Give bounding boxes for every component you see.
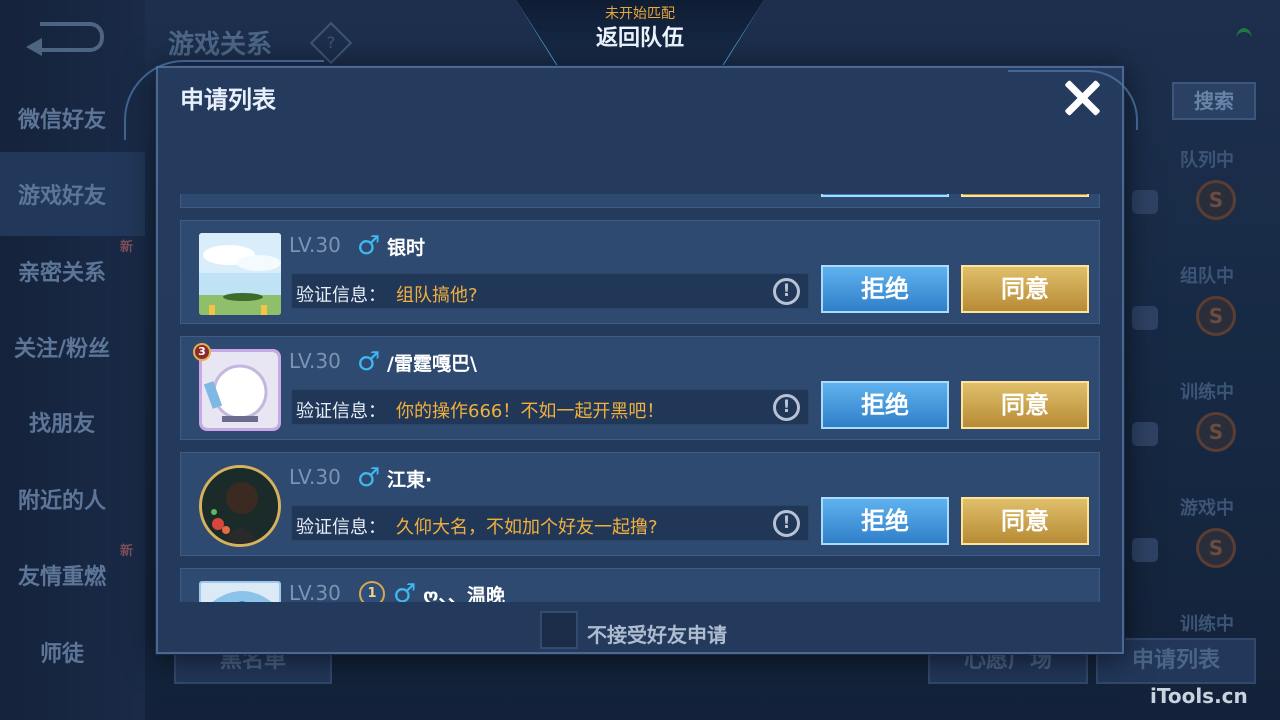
verify-message: 久仰大名，不如加个好友一起撸? bbox=[396, 517, 658, 538]
search-button[interactable]: 搜索 bbox=[1172, 82, 1256, 120]
wifi-icon bbox=[1236, 28, 1252, 50]
reject-button[interactable] bbox=[821, 194, 949, 197]
rank-badge: 1 bbox=[359, 581, 385, 602]
sidebar-item-wechat-friends[interactable]: 微信好友 bbox=[0, 102, 124, 134]
new-badge: 新 bbox=[120, 240, 134, 255]
reject-requests-label[interactable]: 不接受好友申请 bbox=[587, 619, 727, 648]
player-name: 江東· bbox=[387, 469, 433, 491]
new-badge: 新 bbox=[120, 544, 134, 559]
reject-button[interactable]: 拒绝 bbox=[821, 497, 949, 545]
friend-status: 训练中 bbox=[1180, 614, 1234, 635]
verify-label: 验证信息： bbox=[296, 285, 386, 306]
request-card: LV.30 ♂ 江東· 验证信息： 久仰大名，不如加个好友一起撸? ! 拒绝 同… bbox=[180, 452, 1100, 556]
sidebar-item-intimate[interactable]: 亲密关系 bbox=[0, 255, 124, 287]
request-card-partial bbox=[180, 194, 1100, 208]
watermark: iTools.cn bbox=[1150, 684, 1248, 708]
male-icon: ♂ bbox=[357, 463, 381, 493]
close-icon[interactable] bbox=[1060, 76, 1104, 120]
reject-requests-checkbox[interactable] bbox=[540, 611, 578, 649]
verify-message: 你的操作666！不如一起开黑吧！ bbox=[396, 401, 665, 422]
level: LV.30 bbox=[289, 581, 341, 602]
friend-status: 训练中 bbox=[1180, 382, 1234, 403]
friend-status: 游戏中 bbox=[1180, 498, 1234, 519]
player-name: /雷霆嘎巴\ bbox=[387, 353, 477, 375]
level: LV.30 bbox=[289, 465, 341, 489]
request-card: 3 LV.30 ♂ /雷霆嘎巴\ 验证信息： 你的操作666！不如一起开黑吧！ … bbox=[180, 336, 1100, 440]
verify-message: 组队搞他? bbox=[396, 285, 478, 306]
agree-button[interactable] bbox=[961, 194, 1089, 197]
avatar[interactable] bbox=[199, 349, 281, 431]
sidebar-item-rekindle[interactable]: 友情重燃 bbox=[0, 559, 124, 591]
heart-icon[interactable] bbox=[1132, 422, 1158, 446]
agree-button[interactable]: 同意 bbox=[961, 497, 1089, 545]
sidebar-item-follow[interactable]: 关注/粉丝 bbox=[0, 331, 124, 363]
verify-info: 验证信息： 久仰大名，不如加个好友一起撸? ! bbox=[291, 505, 809, 541]
dialog-title: 申请列表 bbox=[180, 86, 276, 114]
verify-info: 验证信息： 组队搞他? ! bbox=[291, 273, 809, 309]
background-title: 游戏关系 bbox=[168, 30, 273, 60]
return-team-label[interactable]: 返回队伍 bbox=[516, 20, 764, 52]
report-icon[interactable]: ! bbox=[773, 394, 800, 421]
male-icon: ♂ bbox=[357, 231, 381, 261]
level: LV.30 bbox=[289, 233, 341, 257]
rank-icon: S bbox=[1196, 412, 1236, 452]
verify-info: 验证信息： 你的操作666！不如一起开黑吧！ ! bbox=[291, 389, 809, 425]
avatar[interactable] bbox=[199, 233, 281, 315]
rank-icon: S bbox=[1196, 180, 1236, 220]
verify-label: 验证信息： bbox=[296, 517, 386, 538]
male-icon: ♂ bbox=[357, 347, 381, 377]
report-icon[interactable]: ! bbox=[773, 510, 800, 537]
rank-badge: 3 bbox=[193, 343, 211, 361]
level: LV.30 bbox=[289, 349, 341, 373]
agree-button[interactable]: 同意 bbox=[961, 265, 1089, 313]
sidebar-item-find-friends[interactable]: 找朋友 bbox=[0, 406, 124, 438]
heart-icon[interactable] bbox=[1132, 538, 1158, 562]
friend-status: 组队中 bbox=[1180, 266, 1234, 287]
rank-icon: S bbox=[1196, 528, 1236, 568]
back-arrow-icon[interactable] bbox=[26, 22, 104, 56]
avatar[interactable] bbox=[199, 581, 281, 602]
sidebar-item-nearby[interactable]: 附近的人 bbox=[0, 483, 124, 515]
player-name: ღ、、温晚 bbox=[423, 585, 505, 602]
request-card: LV.30 ♂ 银时 验证信息： 组队搞他? ! 拒绝 同意 bbox=[180, 220, 1100, 324]
agree-button[interactable]: 同意 bbox=[961, 381, 1089, 429]
player-name: 银时 bbox=[387, 237, 426, 259]
report-icon[interactable]: ! bbox=[773, 278, 800, 305]
rank-icon: S bbox=[1196, 296, 1236, 336]
reject-button[interactable]: 拒绝 bbox=[821, 265, 949, 313]
friend-status: 队列中 bbox=[1180, 150, 1234, 171]
heart-icon[interactable] bbox=[1132, 306, 1158, 330]
sidebar-item-mentor[interactable]: 师徒 bbox=[0, 636, 124, 668]
request-card: LV.30 1 ♂ ღ、、温晚 bbox=[180, 568, 1100, 602]
avatar[interactable] bbox=[199, 465, 281, 547]
verify-label: 验证信息： bbox=[296, 401, 386, 422]
request-list[interactable]: LV.30 ♂ 银时 验证信息： 组队搞他? ! 拒绝 同意 3 LV.30 ♂… bbox=[180, 194, 1100, 602]
male-icon: ♂ bbox=[393, 579, 417, 602]
sidebar-item-game-friends[interactable]: 游戏好友 bbox=[0, 178, 124, 210]
heart-icon[interactable] bbox=[1132, 190, 1158, 214]
reject-button[interactable]: 拒绝 bbox=[821, 381, 949, 429]
